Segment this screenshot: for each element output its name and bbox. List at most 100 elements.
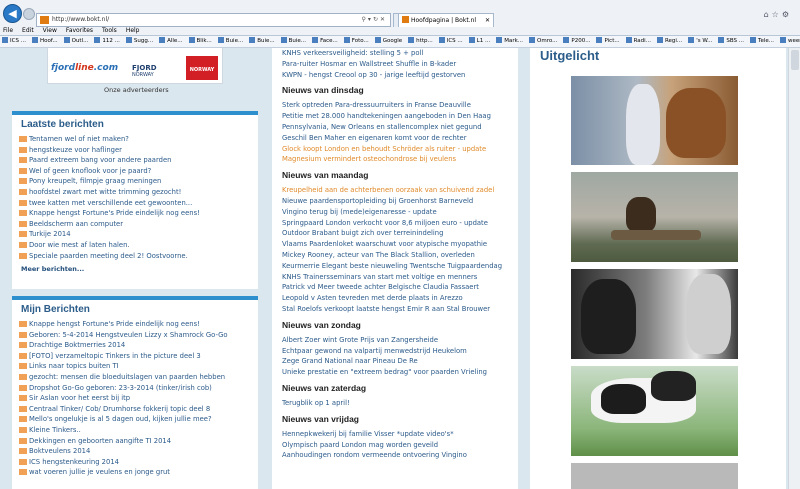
favorite-link[interactable]: Outl... — [63, 36, 88, 47]
topic-link[interactable]: Turkije 2014 — [19, 229, 258, 240]
address-bar[interactable]: http://www.bokt.nl/ ⚲▾↻✕ — [36, 13, 391, 27]
topic-link[interactable]: Dropshot Go-Go geboren: 23-3-2014 (tinke… — [19, 383, 258, 394]
favorite-link[interactable]: 112 ... — [94, 36, 120, 47]
home-star-gear-icons[interactable]: ⌂☆⚙ — [764, 10, 792, 19]
topic-link[interactable]: Knappe hengst Fortune's Pride eindelijk … — [19, 208, 258, 219]
news-link[interactable]: Unieke prestatie en "extreem bedrag" voo… — [282, 367, 487, 378]
favorite-link[interactable]: Hoof... — [31, 36, 58, 47]
topic-link[interactable]: Wel of geen knoflook voor je paard? — [19, 166, 258, 177]
featured-photo-jumping[interactable] — [571, 172, 738, 262]
favorite-link[interactable]: Pict... — [596, 36, 620, 47]
topic-link[interactable]: hengstkeuze voor haflinger — [19, 145, 258, 156]
favorite-link[interactable]: Buie... — [217, 36, 243, 47]
scrollbar-thumb[interactable] — [791, 50, 799, 70]
topic-link[interactable]: Paard extreem bang voor andere paarden — [19, 155, 258, 166]
favorite-link[interactable]: Alle... — [159, 36, 183, 47]
fjordline-logo[interactable]: fjordline.com — [51, 63, 118, 73]
topic-link[interactable]: Links naar topics buiten TI — [19, 361, 258, 372]
topic-link[interactable]: Pony kreupelt, filmpje graag meningen — [19, 176, 258, 187]
news-link[interactable]: Geschil Ben Maher en eigenaren komt voor… — [282, 133, 467, 144]
favorite-link[interactable]: ICS ... — [2, 36, 26, 47]
advertiser-box[interactable]: fjordline.com FJORD NORWAY NORWAY — [47, 48, 223, 84]
favorite-link[interactable]: Buie... — [280, 36, 306, 47]
menu-item-help[interactable]: Help — [126, 27, 140, 34]
topic-link[interactable]: Geboren: 5-4-2014 Hengstveulen Lizzy x S… — [19, 330, 258, 341]
favorite-link[interactable]: Mark... — [496, 36, 523, 47]
menu-item-tools[interactable]: Tools — [102, 27, 117, 34]
favorite-link[interactable]: Face... — [312, 36, 338, 47]
topic-link[interactable]: Centraal Tinker/ Cob/ Drumhorse fokkerij… — [19, 404, 258, 415]
tab-bokt[interactable]: Hoofdpagina | Bokt.nl ✕ — [398, 13, 494, 27]
topic-link[interactable]: Boktveulens 2014 — [19, 446, 258, 457]
favorite-link[interactable]: http... — [408, 36, 433, 47]
search-refresh-icons[interactable]: ⚲▾↻✕ — [362, 14, 387, 26]
news-link[interactable]: Keurmerrie Elegant beste nieuweling Twen… — [282, 261, 502, 272]
topic-link[interactable]: Knappe hengst Fortune's Pride eindelijk … — [19, 319, 258, 330]
featured-photo-partial[interactable] — [571, 463, 738, 489]
news-link[interactable]: Para-ruiter Hosmar en Wallstreet Shuffle… — [282, 59, 456, 70]
topic-link[interactable]: Drachtige Boktmerries 2014 — [19, 340, 258, 351]
news-link[interactable]: Vingino terug bij (mede)eigenaresse - up… — [282, 207, 437, 218]
favorite-link[interactable]: Blik... — [188, 36, 212, 47]
topic-link[interactable]: Speciale paarden meeting deel 2! Oostvoo… — [19, 251, 258, 262]
topic-link[interactable]: hoofdstel zwart met witte trimming gezoc… — [19, 187, 258, 198]
news-link[interactable]: Stal Roelofs verkoopt laatste hengst Emi… — [282, 304, 490, 315]
norway-logo[interactable]: NORWAY — [186, 56, 218, 80]
favorite-link[interactable]: Sugg... — [125, 36, 153, 47]
forward-button[interactable] — [23, 8, 35, 20]
topic-link[interactable]: gezocht: mensen die bloeduitslagen van p… — [19, 372, 258, 383]
topic-link[interactable]: [FOTO] verzameltopic Tinkers in the pict… — [19, 351, 258, 362]
news-link[interactable]: KWPN - hengst Creool op 30 - jarige leef… — [282, 70, 465, 81]
news-link[interactable]: Leopold v Asten tevreden met derde plaat… — [282, 293, 463, 304]
meer-berichten-link[interactable]: Meer berichten... — [12, 261, 258, 273]
topic-link[interactable]: Beeldscherm aan computer — [19, 219, 258, 230]
news-link[interactable]: Vlaams Paardenloket waarschuwt voor atyp… — [282, 239, 487, 250]
news-link[interactable]: Aanhoudingen rondom vermeende ontvoering… — [282, 450, 467, 461]
topic-link[interactable]: Mello's ongelukje is al 5 dagen oud, kij… — [19, 414, 258, 425]
favorite-link[interactable]: weer... — [780, 36, 800, 47]
favorite-link[interactable]: SBS ... — [718, 36, 744, 47]
topic-link[interactable]: ICS hengstenkeuring 2014 — [19, 457, 258, 468]
news-link[interactable]: Zege Grand National naar Pineau De Re — [282, 356, 418, 367]
news-link[interactable]: Echtpaar gewond na valpartij menwedstrij… — [282, 346, 467, 357]
topic-link[interactable]: twee katten met verschillende eet gewoon… — [19, 198, 258, 209]
topic-link[interactable]: Tentamen wel of niet maken? — [19, 134, 258, 145]
close-tab-icon[interactable]: ✕ — [485, 14, 490, 27]
news-link[interactable]: Mickey Rooney, acteur van The Black Stal… — [282, 250, 475, 261]
news-link[interactable]: Glock koopt London en behoudt Schröder a… — [282, 144, 486, 155]
news-link[interactable]: KNHS verkeersveiligheid: stelling 5 + po… — [282, 48, 423, 59]
menu-item-file[interactable]: File — [3, 27, 13, 34]
topic-link[interactable]: Sir Aslan voor het eerst bij itp — [19, 393, 258, 404]
topic-link[interactable]: wat voeren jullie je veulens en jonge gr… — [19, 467, 258, 478]
news-link[interactable]: Albert Zoer wint Grote Prijs van Zangers… — [282, 335, 438, 346]
news-link[interactable]: Petitie met 28.000 handtekeningen aangeb… — [282, 111, 491, 122]
news-link[interactable]: Kreupelheid aan de achterbenen oorzaak v… — [282, 185, 494, 196]
featured-photo-two-horses[interactable] — [571, 269, 738, 359]
menu-item-edit[interactable]: Edit — [22, 27, 34, 34]
favorite-link[interactable]: Google — [374, 36, 402, 47]
favorite-link[interactable]: Omro... — [529, 36, 557, 47]
favorite-link[interactable]: L1 ... — [468, 36, 490, 47]
favorite-link[interactable]: Foto... — [343, 36, 369, 47]
favorite-link[interactable]: Regi... — [656, 36, 682, 47]
news-link[interactable]: KNHS Trainersseminars van start met volt… — [282, 272, 477, 283]
news-link[interactable]: Outdoor Brabant buigt zich over terreini… — [282, 228, 443, 239]
favorite-link[interactable]: Buie... — [249, 36, 275, 47]
back-button[interactable]: ◀ — [3, 4, 22, 23]
news-link[interactable]: Pennsylvania, New Orleans en stallencomp… — [282, 122, 482, 133]
news-link[interactable]: Terugblik op 1 april! — [282, 398, 350, 409]
favorite-link[interactable]: P200... — [563, 36, 590, 47]
vertical-scrollbar[interactable] — [788, 48, 800, 489]
topic-link[interactable]: Kleine Tinkers.. — [19, 425, 258, 436]
menu-item-favorites[interactable]: Favorites — [66, 27, 93, 34]
featured-photo-tinker-galloping[interactable] — [571, 366, 738, 456]
menu-item-view[interactable]: View — [43, 27, 57, 34]
topic-link[interactable]: Dekkingen en geboorten aangifte TI 2014 — [19, 436, 258, 447]
news-link[interactable]: Hennepkwekerij bij familie Visser *updat… — [282, 429, 454, 440]
news-link[interactable]: Springpaard London verkocht voor 8,6 mil… — [282, 218, 488, 229]
topic-link[interactable]: Door wie mest af laten halen. — [19, 240, 258, 251]
fjord-norway-logo[interactable]: FJORD NORWAY — [132, 65, 157, 79]
news-link[interactable]: Patrick vd Meer tweede achter Belgische … — [282, 282, 479, 293]
news-link[interactable]: Magnesium vermindert osteochondrose bij … — [282, 154, 456, 165]
featured-photo-horse-portrait[interactable] — [571, 76, 738, 165]
